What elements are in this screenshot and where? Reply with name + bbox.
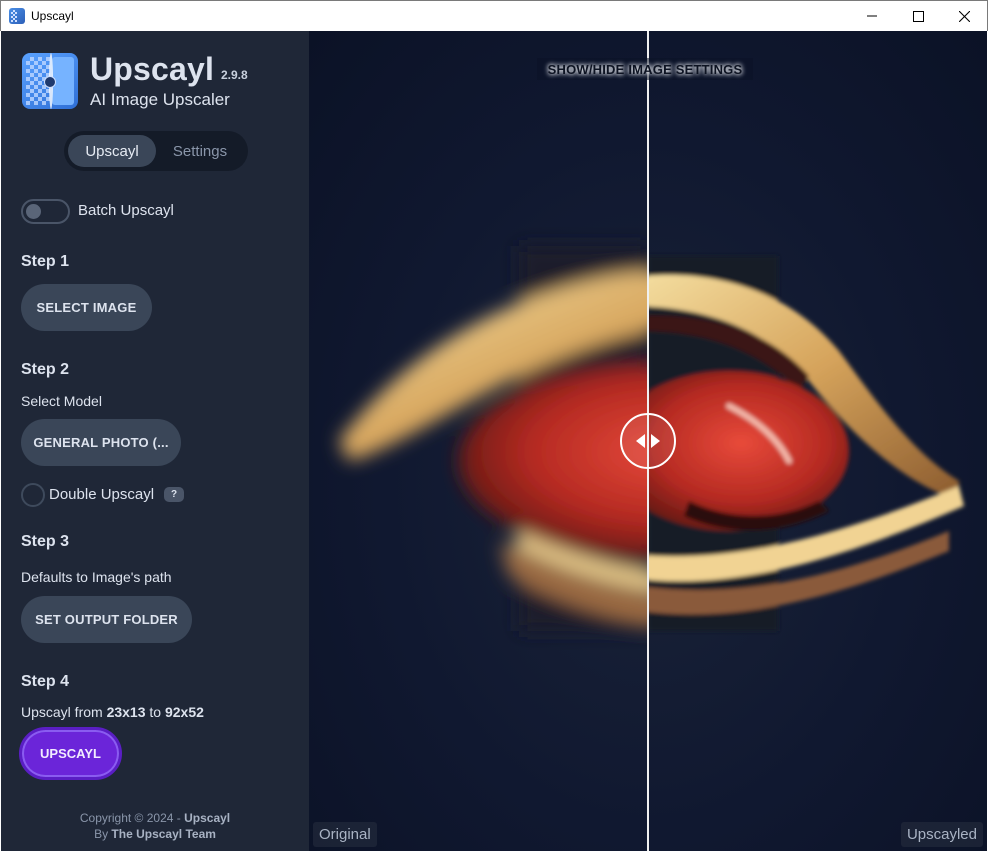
copyright-line2: By The Upscayl Team (1, 827, 309, 841)
step3-subtitle: Defaults to Image's path (21, 569, 172, 585)
window-controls (849, 1, 987, 31)
from-size: 23x13 (106, 704, 146, 720)
upscayled-label: Upscayled (900, 822, 983, 847)
original-label: Original (313, 822, 377, 847)
window-title: Upscayl (31, 9, 74, 23)
to-size: 92x52 (164, 704, 204, 720)
window-titlebar: Upscayl (0, 0, 988, 31)
left-right-arrows-icon (636, 434, 660, 448)
step4-title: Step 4 (21, 673, 70, 690)
app-tagline: AI Image Upscaler (90, 90, 230, 109)
upscayl-button[interactable]: UPSCAYL (19, 727, 122, 780)
compare-slider-handle[interactable] (620, 413, 676, 469)
batch-upscayl-toggle[interactable] (21, 199, 70, 224)
step3-title: Step 3 (21, 533, 70, 550)
minimize-icon (867, 15, 877, 17)
upscale-prefix: Upscayl from (21, 704, 103, 720)
tab-switcher: Upscayl Settings (64, 131, 248, 171)
step2-subtitle: Select Model (21, 393, 102, 409)
copyright-by: By (94, 827, 112, 841)
copyright-brand[interactable]: Upscayl (184, 811, 230, 825)
app-icon (9, 8, 25, 24)
select-image-button[interactable]: SELECT IMAGE (21, 284, 152, 331)
to-word: to (149, 704, 162, 720)
model-select-button[interactable]: GENERAL PHOTO (... (21, 419, 181, 466)
sidebar: Upscayl 2.9.8 AI Image Upscaler Upscayl … (1, 31, 309, 851)
image-compare-view[interactable]: SHOW/HIDE IMAGE SETTINGS Original Upscay… (309, 31, 987, 851)
double-upscayl-checkbox[interactable] (21, 483, 45, 507)
close-button[interactable] (941, 1, 987, 31)
step1-title: Step 1 (21, 253, 70, 270)
minimize-button[interactable] (849, 1, 895, 31)
upscayl-logo (22, 53, 78, 109)
maximize-button[interactable] (895, 1, 941, 31)
copyright-text: Copyright © 2024 - (79, 811, 185, 825)
help-badge[interactable]: ? (164, 487, 184, 502)
close-icon (958, 10, 970, 22)
upscale-size-info: Upscayl from 23x13 to 92x52 (21, 704, 204, 720)
copyright-line1: Copyright © 2024 - Upscayl (1, 811, 309, 825)
copyright-team[interactable]: The Upscayl Team (111, 827, 215, 841)
show-hide-image-settings-button[interactable]: SHOW/HIDE IMAGE SETTINGS (537, 58, 753, 80)
double-upscayl-label: Double Upscayl (49, 486, 155, 503)
batch-upscayl-label: Batch Upscayl (78, 202, 174, 219)
tab-settings[interactable]: Settings (160, 135, 240, 167)
app-version: 2.9.8 (221, 68, 248, 82)
step2-title: Step 2 (21, 361, 70, 378)
set-output-folder-button[interactable]: SET OUTPUT FOLDER (21, 596, 192, 643)
tab-upscayl[interactable]: Upscayl (68, 135, 156, 167)
maximize-icon (912, 10, 924, 22)
app-name: Upscayl (90, 51, 215, 87)
